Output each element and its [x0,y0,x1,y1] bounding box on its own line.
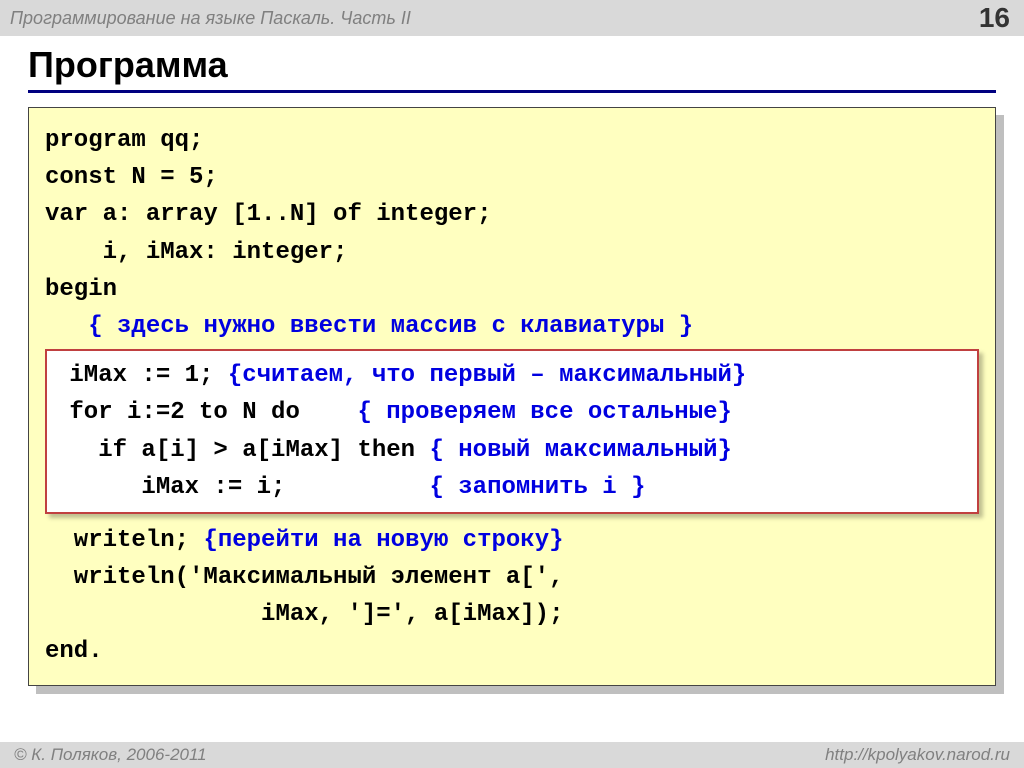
code-line: iMax := i; { запомнить i } [55,469,969,506]
page-number: 16 [979,2,1010,34]
topbar-title: Программирование на языке Паскаль. Часть… [10,8,411,29]
code-comment: { здесь нужно ввести массив с клавиатуры… [88,313,693,340]
code-text: iMax := 1; [55,362,228,389]
footer: © К. Поляков, 2006-2011 http://kpolyakov… [0,742,1024,768]
code-line: writeln; {перейти на новую строку} [45,522,979,559]
code-comment: { новый максимальный} [429,437,731,464]
code-line: iMax := 1; {считаем, что первый – максим… [55,357,969,394]
code-text: if a[i] > a[iMax] then [55,437,429,464]
code-line: if a[i] > a[iMax] then { новый максималь… [55,432,969,469]
code-line: begin [45,271,979,308]
heading-wrap: Программа [0,36,1024,93]
topbar: Программирование на языке Паскаль. Часть… [0,0,1024,36]
code-line: { здесь нужно ввести массив с клавиатуры… [45,308,979,345]
footer-link[interactable]: http://kpolyakov.narod.ru [825,745,1010,765]
code-line: end. [45,633,979,670]
highlight-frame: iMax := 1; {считаем, что первый – максим… [45,349,979,514]
content: program qq; const N = 5; var a: array [1… [0,93,1024,742]
code-comment: { запомнить i } [429,474,645,501]
code-comment: {считаем, что первый – максимальный} [228,362,746,389]
code-line: i, iMax: integer; [45,234,979,271]
slide: Программирование на языке Паскаль. Часть… [0,0,1024,768]
code-text: for i:=2 to N do [55,399,357,426]
code-line: program qq; [45,122,979,159]
code-text [45,313,88,340]
code-line: iMax, ']=', a[iMax]); [45,596,979,633]
code-text: iMax := i; [55,474,429,501]
code-box-wrap: program qq; const N = 5; var a: array [1… [28,107,996,686]
code-line: const N = 5; [45,159,979,196]
copyright: © К. Поляков, 2006-2011 [14,745,207,765]
code-line: var a: array [1..N] of integer; [45,196,979,233]
code-comment: {перейти на новую строку} [203,527,563,554]
code-text: writeln; [45,527,203,554]
code-line: for i:=2 to N do { проверяем все остальн… [55,394,969,431]
code-comment: { проверяем все остальные} [357,399,731,426]
code-box: program qq; const N = 5; var a: array [1… [28,107,996,686]
code-line: writeln('Максимальный элемент a[', [45,559,979,596]
slide-heading: Программа [28,44,996,93]
